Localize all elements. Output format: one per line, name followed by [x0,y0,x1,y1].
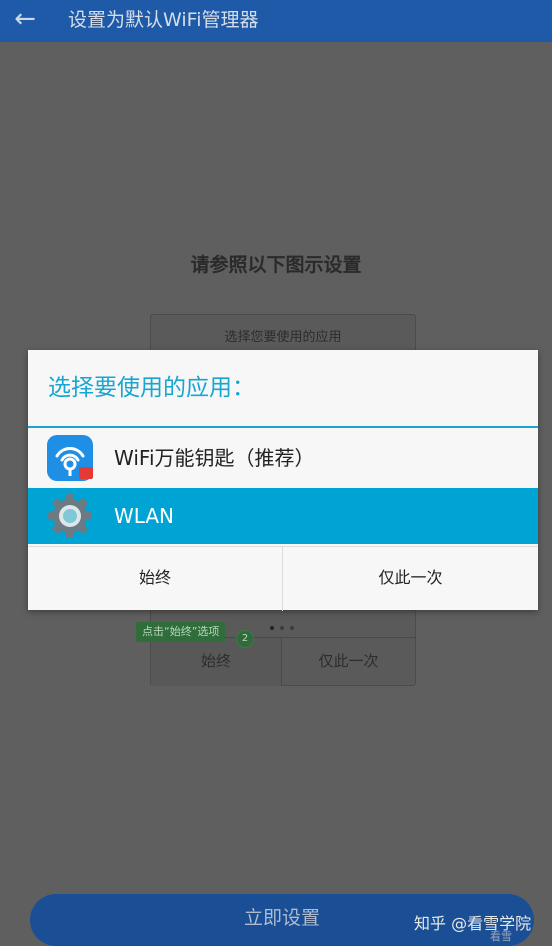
guide-heading: 请参照以下图示设置 [190,254,362,276]
pager-dots [267,615,307,630]
app-option-wlan[interactable]: WLAN [28,488,538,544]
settings-gear-icon [46,492,94,540]
pager-dot [290,626,294,630]
watermark-sub: 看雪 [490,930,512,943]
app-option-label: WLAN [114,504,175,528]
always-button[interactable]: 始终 [28,547,283,611]
just-once-button[interactable]: 仅此一次 [283,547,538,611]
dialog-divider [28,426,538,428]
pager-dot [280,626,284,630]
dialog-title: 选择要使用的应用： [48,375,255,401]
page-title: 设置为默认WiFi管理器 [68,9,259,31]
mock-once-button: 仅此一次 [318,652,379,670]
app-bar: ← 设置为默认WiFi管理器 [0,0,552,42]
mock-always-button: 始终 [151,638,282,686]
dialog-actions: 始终 仅此一次 [28,546,538,611]
app-chooser-dialog: 选择要使用的应用： WiFi万能钥匙（推荐） WLAN 始终 仅此一次 [28,350,538,611]
watermark: 知乎 @看雪学院 [414,914,532,933]
back-arrow-icon[interactable]: ← [10,4,40,34]
callout-step-number: 2 [236,630,254,648]
callout-tip: 点击“始终”选项 [136,622,226,642]
app-option-label: WiFi万能钥匙（推荐） [114,446,315,470]
app-option-wifi-key[interactable]: WiFi万能钥匙（推荐） [28,430,538,486]
mock-buttons: 始终 仅此一次 [151,637,415,686]
wifi-key-app-icon [46,434,94,482]
pager-dot [270,626,274,630]
